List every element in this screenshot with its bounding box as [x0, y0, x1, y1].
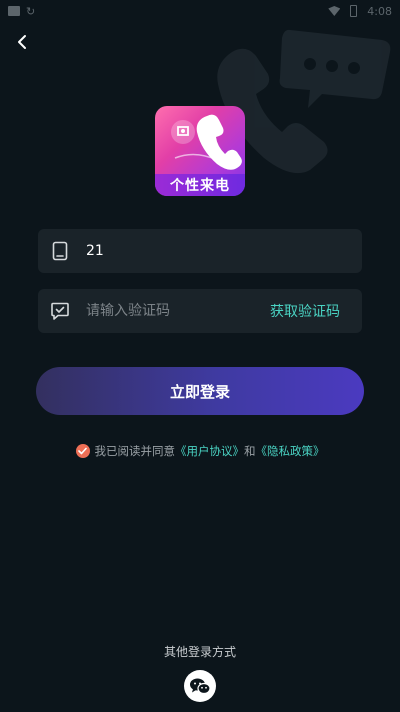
- back-button[interactable]: [8, 28, 36, 56]
- wifi-icon: [328, 6, 341, 16]
- checkmark-icon: [78, 447, 87, 455]
- status-time: 4:08: [367, 4, 392, 18]
- other-login-label: 其他登录方式: [163, 645, 236, 659]
- message-check-icon: [51, 302, 69, 320]
- wechat-icon: [190, 678, 211, 695]
- user-agreement-link[interactable]: 《用户协议》: [175, 443, 244, 459]
- agreement-checkbox[interactable]: [75, 444, 90, 458]
- code-field: 获取验证码: [38, 289, 362, 333]
- agreement-row: 我已阅读并同意 《用户协议》 和 《隐私政策》: [0, 441, 400, 461]
- sync-icon: ↻: [26, 4, 36, 18]
- agreement-prefix: 我已阅读并同意: [94, 444, 176, 458]
- logo-text: 个性来电: [155, 174, 245, 196]
- privacy-policy-link[interactable]: 《隐私政策》: [256, 443, 325, 459]
- phone-device-icon: [52, 241, 68, 261]
- phone-icon: [171, 114, 242, 170]
- code-input[interactable]: [84, 302, 262, 320]
- notification-icon: [8, 6, 20, 16]
- wechat-login-button[interactable]: [184, 670, 216, 702]
- get-code-button[interactable]: 获取验证码: [262, 301, 362, 321]
- battery-icon: [350, 5, 358, 17]
- phone-input[interactable]: [84, 242, 362, 260]
- chevron-left-icon: [18, 35, 26, 49]
- app-logo: 个性来电: [155, 106, 245, 196]
- login-button[interactable]: 立即登录: [36, 367, 364, 415]
- status-bar: ↻ 4:08: [0, 0, 400, 22]
- phone-field: [38, 229, 362, 273]
- agreement-conjunction: 和: [244, 444, 256, 458]
